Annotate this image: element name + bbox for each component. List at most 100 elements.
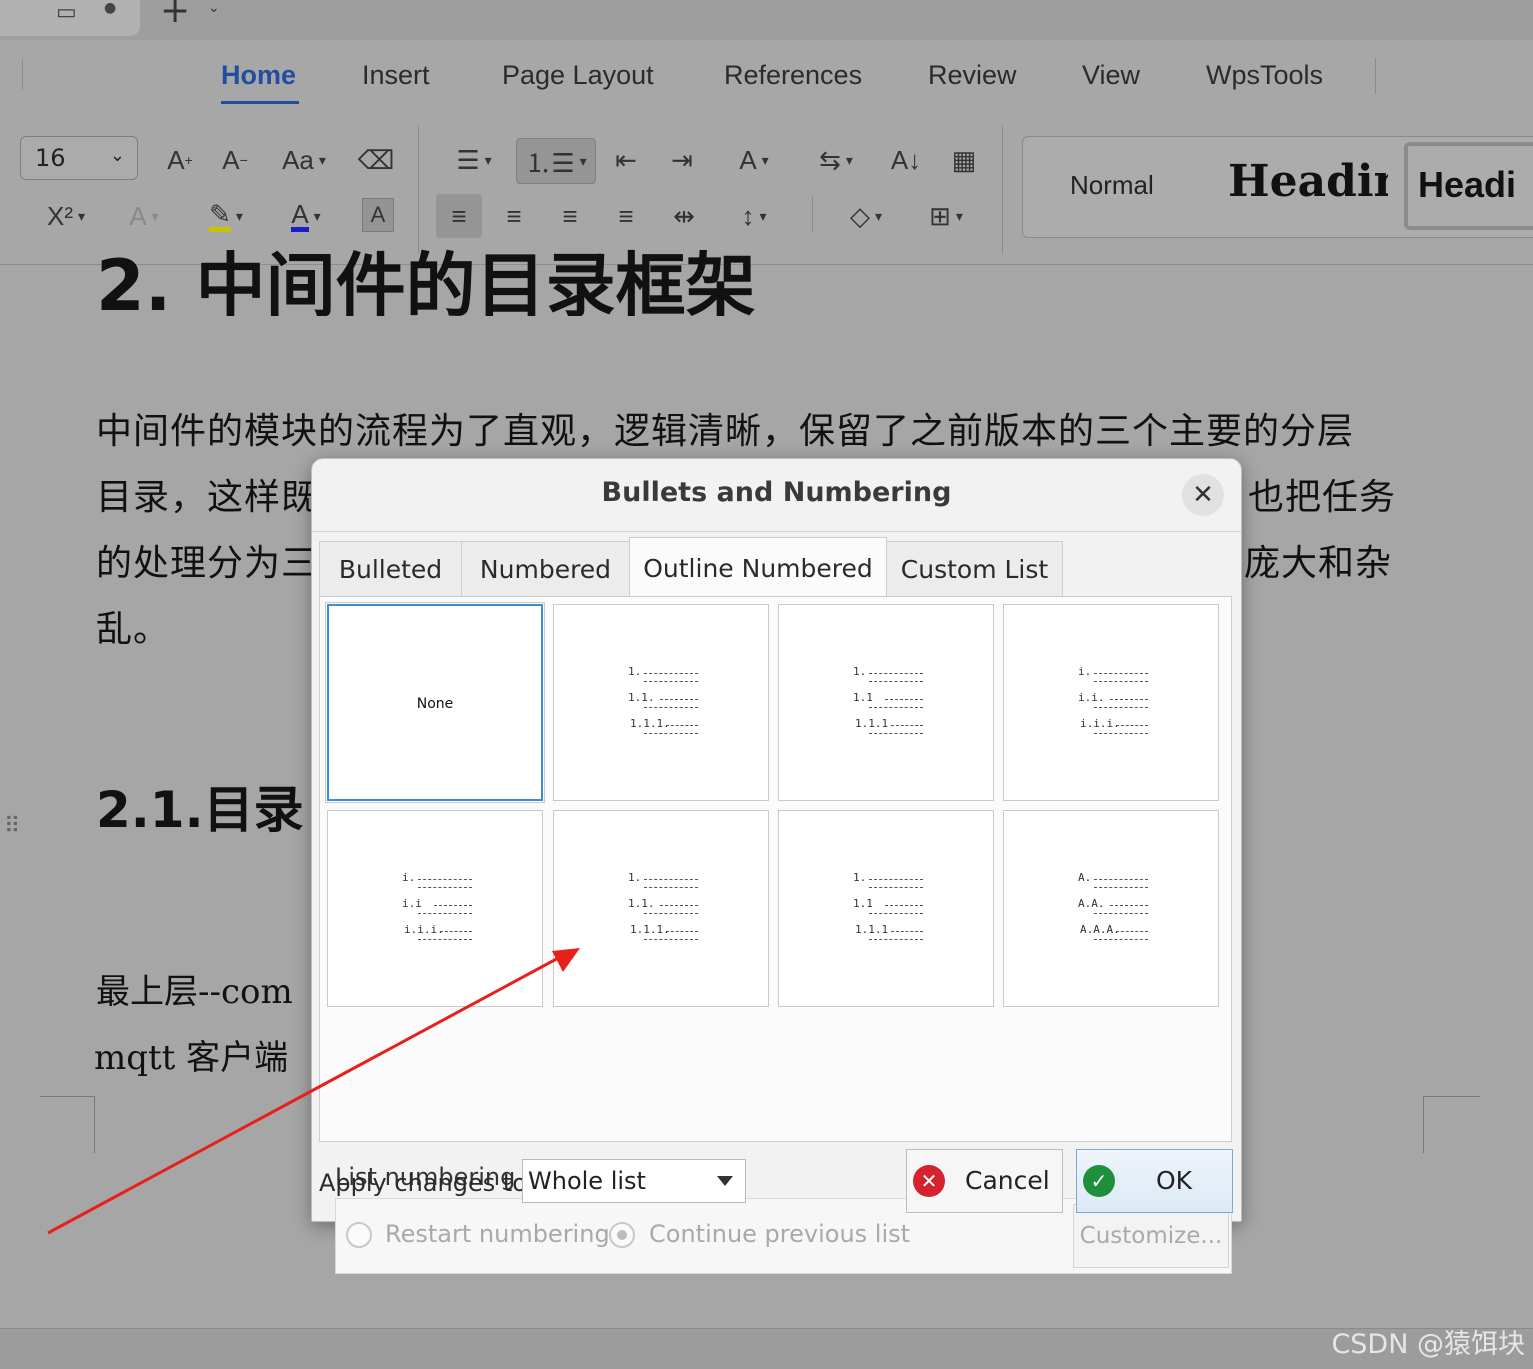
tab-view[interactable]: View: [1082, 60, 1140, 91]
apply-changes-label: Apply changes to:: [319, 1169, 536, 1197]
preset-text-line: [418, 913, 472, 914]
preset-cell[interactable]: 1. 1.1 1.1.1: [778, 810, 994, 1007]
preset-cell[interactable]: 1. 1.1 1.1.1: [778, 604, 994, 801]
restart-numbering-radio[interactable]: [346, 1222, 372, 1248]
asian-layout-icon[interactable]: A ▾: [724, 140, 784, 180]
borders-icon[interactable]: ⊞ ▾: [916, 196, 976, 236]
new-tab-plus-icon[interactable]: +: [160, 0, 190, 31]
preset-level-label: 1.: [853, 665, 867, 678]
decrease-font-icon[interactable]: A −: [215, 140, 255, 180]
preset-level-label: i.: [402, 871, 416, 884]
paragraph-line[interactable]: 也把任务: [1248, 468, 1396, 520]
chevron-down-icon[interactable]: ⌄: [208, 0, 220, 16]
sort-icon[interactable]: A↓: [886, 140, 926, 180]
preset-text-line: [418, 879, 472, 880]
increase-font-icon[interactable]: A +: [160, 140, 200, 180]
tab-custom-list[interactable]: Custom List: [886, 541, 1063, 597]
preset-text-line: [885, 699, 923, 700]
tab-review[interactable]: Review: [928, 60, 1017, 91]
tab-bulleted[interactable]: Bulleted: [319, 541, 462, 597]
preset-text-line: [891, 931, 923, 932]
preset-text-line: [869, 707, 923, 708]
paragraph-line[interactable]: mqtt 客户端: [94, 1030, 288, 1079]
separator: [1375, 58, 1376, 94]
monitor-icon[interactable]: ▭: [56, 0, 77, 25]
customize-button[interactable]: Customize...: [1073, 1204, 1229, 1268]
preset-level-label: 1.1.1.: [630, 923, 670, 936]
document-heading-2-1[interactable]: 2.1.目录: [96, 770, 304, 842]
preset-text-line: [644, 673, 698, 674]
preset-cell[interactable]: 1. 1.1. 1.1.1.: [553, 810, 769, 1007]
font-size-select[interactable]: 16 ⌄: [20, 136, 138, 180]
tab-references[interactable]: References: [724, 60, 862, 91]
document-heading-2[interactable]: 2. 中间件的目录框架: [96, 230, 756, 316]
text-direction-icon[interactable]: ⇆ ▾: [806, 140, 866, 180]
numbering-icon[interactable]: ⒈☰ ▾: [516, 138, 596, 184]
heading-text: 2. 中间件的目录框架: [96, 245, 756, 316]
paragraph-line[interactable]: 庞大和杂: [1244, 534, 1392, 586]
increase-indent-icon[interactable]: ⇥: [664, 140, 700, 180]
change-case-icon[interactable]: Aa ▾: [272, 140, 336, 180]
preset-text-line: [418, 887, 472, 888]
tab-label: Custom List: [900, 555, 1049, 584]
preset-text-line: [1094, 681, 1148, 682]
continue-previous-radio[interactable]: [609, 1222, 635, 1248]
tab-home[interactable]: Home: [221, 60, 296, 91]
bullets-icon[interactable]: ☰ ▾: [444, 140, 504, 180]
close-button[interactable]: ✕: [1182, 474, 1224, 516]
preset-text-line: [644, 733, 698, 734]
tab-wpstools[interactable]: WpsTools: [1206, 60, 1323, 91]
drag-handle-icon[interactable]: ⠿: [4, 814, 20, 839]
preset-text-line: [660, 699, 698, 700]
paragraph-line[interactable]: 的处理分为三: [96, 534, 318, 586]
paragraph-line[interactable]: 中间件的模块的流程为了直观，逻辑清晰，保留了之前版本的三个主要的分层: [96, 402, 1354, 454]
show-marks-icon[interactable]: ▦: [944, 140, 984, 180]
preset-text-line: [644, 879, 698, 880]
dialog-title: Bullets and Numbering: [601, 477, 952, 508]
clear-format-eraser-icon[interactable]: ⌫: [356, 140, 396, 180]
preset-level-label: A.: [1078, 871, 1092, 884]
ok-button[interactable]: ✓ OK: [1076, 1149, 1233, 1213]
preset-cell[interactable]: i. i.i. i.i.i.: [1003, 604, 1219, 801]
preset-level-label: i.i.i.: [404, 923, 444, 936]
tab-outline-numbered[interactable]: Outline Numbered: [629, 537, 887, 598]
tab-insert[interactable]: Insert: [362, 60, 430, 91]
outline-numbered-panel: None 1. 1.1. 1.1.1. 1. 1.1 1.1.1 i. i.i. i.i.i. i.…: [319, 596, 1232, 1274]
decrease-indent-icon[interactable]: ⇤: [608, 140, 644, 180]
preset-text-line: [434, 905, 472, 906]
continue-previous-label: Continue previous list: [649, 1220, 911, 1248]
paragraph-line[interactable]: 目录，这样既: [96, 468, 318, 520]
shading-icon[interactable]: ◇ ▾: [836, 196, 896, 236]
preset-text-line: [1116, 931, 1148, 932]
character-shading-icon[interactable]: A: [362, 198, 394, 232]
preset-text-line: [1094, 879, 1148, 880]
preset-level-label: i.i.: [1078, 691, 1105, 704]
apply-changes-select[interactable]: Whole list: [522, 1159, 746, 1203]
style-normal[interactable]: Normal: [1070, 170, 1154, 201]
tab-numbered[interactable]: Numbered: [461, 541, 630, 597]
tab-label: Numbered: [479, 555, 612, 584]
style-heading1[interactable]: Heading: [1228, 156, 1388, 207]
paragraph-line[interactable]: 乱。: [96, 600, 170, 652]
preset-cell[interactable]: A. A.A. A.A.A.: [1003, 810, 1219, 1007]
document-tab[interactable]: ▭ ●: [0, 0, 140, 36]
preset-text-line: [1110, 905, 1148, 906]
preset-cell[interactable]: 1. 1.1. 1.1.1.: [553, 604, 769, 801]
superscript-icon[interactable]: X² ▾: [36, 196, 96, 236]
separator: [812, 196, 813, 232]
preset-text-line: [869, 733, 923, 734]
preset-text-line: [644, 939, 698, 940]
preset-text-line: [440, 931, 472, 932]
style-heading2[interactable]: Headi: [1418, 164, 1533, 206]
preset-none[interactable]: None: [325, 602, 545, 803]
paragraph-line[interactable]: 最上层--com: [96, 964, 293, 1013]
preset-level-label: 1.: [628, 665, 642, 678]
bullets-numbering-dialog: Bullets and Numbering ✕ Bulleted Numbere…: [311, 458, 1242, 1274]
cancel-button[interactable]: ✕ Cancel: [906, 1149, 1063, 1213]
preset-level-label: 1.1.1: [855, 717, 889, 730]
preset-cell[interactable]: i. i.i i.i.i.: [327, 810, 543, 1007]
dialog-titlebar[interactable]: Bullets and Numbering ✕: [312, 459, 1241, 532]
tab-page-layout[interactable]: Page Layout: [502, 60, 654, 91]
preset-text-line: [869, 913, 923, 914]
close-icon: ✕: [1192, 480, 1214, 510]
